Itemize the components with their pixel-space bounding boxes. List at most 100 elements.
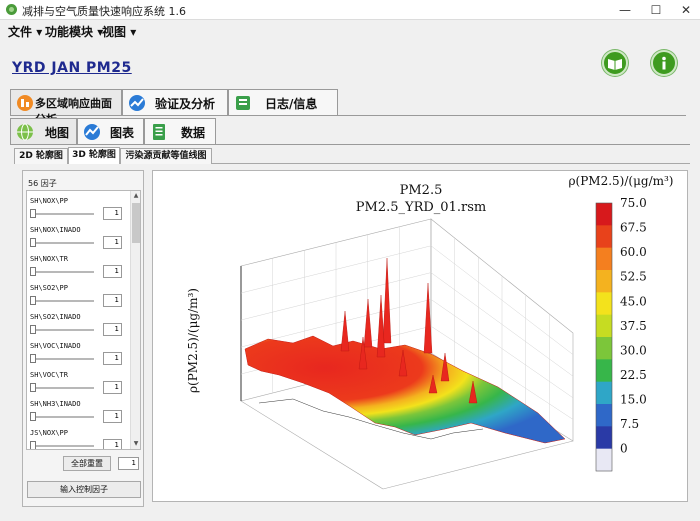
colorbar-tick-label: 7.5: [620, 417, 639, 431]
pm25-3d-surface-chart: ρ(PM2.5)/(μg/m³) PM2.5 PM2.5_YRD_01.rsm …: [186, 174, 674, 490]
book-button[interactable]: [602, 50, 628, 76]
surface-spike: [340, 310, 350, 352]
factor-row: SH\SO2\PP 1: [27, 282, 127, 311]
project-title: YRD JAN PM25: [12, 60, 132, 76]
factor-row: SH\NOX\TR 1: [27, 253, 127, 282]
factor-name: SH\NH3\INADO: [30, 400, 81, 408]
maximize-button[interactable]: ☐: [641, 0, 671, 20]
factor-slider-handle[interactable]: [30, 354, 36, 363]
factor-scrollbar[interactable]: ▲ ▼: [130, 191, 140, 449]
chart-icon: [84, 124, 100, 140]
colorbar-segment: [596, 314, 612, 338]
factor-name: SH\SO2\PP: [30, 284, 68, 292]
globe-icon: [17, 123, 33, 141]
factor-list: SH\NOX\PP 1 SH\NOX\INADO 1 SH\NOX\TR 1 S…: [26, 190, 141, 450]
colorbar-tick-label: 37.5: [620, 319, 647, 333]
menu-view[interactable]: 视图 ▾: [102, 23, 136, 40]
colorbar-title: ρ(PM2.5)/(μg/m³): [569, 174, 674, 188]
reset-value-input[interactable]: 1: [118, 457, 139, 470]
colorbar-tick-label: 15.0: [620, 393, 647, 407]
factor-slider-track[interactable]: [30, 358, 94, 360]
factor-value-input[interactable]: 1: [103, 410, 122, 423]
factor-slider-handle[interactable]: [30, 267, 36, 276]
chart-panel: ρ(PM2.5)/(μg/m³) PM2.5 PM2.5_YRD_01.rsm …: [152, 170, 688, 502]
factor-row: SH\SO2\INADO 1: [27, 311, 127, 340]
colorbar-tick-label: 67.5: [620, 221, 647, 235]
tab-chart[interactable]: 图表: [77, 118, 144, 144]
colorbar-tick-label: 52.5: [620, 270, 647, 284]
factor-slider-handle[interactable]: [30, 441, 36, 449]
chart-subtitle: PM2.5_YRD_01.rsm: [356, 200, 486, 215]
factor-slider-track[interactable]: [30, 213, 94, 215]
import-factors-button[interactable]: 输入控制因子: [27, 481, 141, 498]
tab-source-contribution[interactable]: 污染源贡献等值线图: [120, 148, 212, 164]
colorbar-segment: [596, 203, 612, 226]
factor-name: SH\NOX\TR: [30, 255, 68, 263]
tab-3d-contour[interactable]: 3D 轮廓图: [68, 147, 120, 164]
window-title: 减排与空气质量快速响应系统 1.6: [22, 5, 186, 18]
colorbar-tick-label: 0: [620, 442, 628, 456]
tab-data[interactable]: 数据: [144, 118, 216, 144]
colorbar-segment: [596, 270, 612, 293]
reset-all-button[interactable]: 全部重置: [63, 456, 111, 471]
factor-value-input[interactable]: 1: [103, 265, 122, 278]
factor-value-input[interactable]: 1: [103, 294, 122, 307]
info-button[interactable]: [651, 50, 677, 76]
colorbar-tick-label: 30.0: [620, 343, 647, 357]
colorbar-segment: [596, 359, 612, 383]
info-icon: [662, 56, 666, 70]
map-icon: [17, 95, 33, 111]
tab-log-info[interactable]: 日志/信息: [228, 89, 338, 115]
factor-value-input[interactable]: 1: [103, 439, 122, 449]
factor-slider-handle[interactable]: [30, 238, 36, 247]
menu-file[interactable]: 文件 ▾: [8, 23, 42, 40]
factor-slider-track[interactable]: [30, 329, 94, 331]
scroll-up-icon[interactable]: ▲: [131, 191, 141, 201]
factor-count-label: 56 因子: [28, 179, 57, 188]
colorbar-tick-label: 60.0: [620, 245, 647, 259]
factor-slider-handle[interactable]: [30, 383, 36, 392]
tab-2d-contour[interactable]: 2D 轮廓图: [14, 148, 68, 164]
factor-value-input[interactable]: 1: [103, 323, 122, 336]
close-button[interactable]: ✕: [671, 0, 700, 20]
factor-slider-handle[interactable]: [30, 412, 36, 421]
factor-slider-track[interactable]: [30, 416, 94, 418]
factor-row: SH\NOX\PP 1: [27, 195, 127, 224]
colorbar: 75.0 67.5 60.0 52.5 45.0 37.5 30.0 22.5 15.0 7.5 0: [595, 196, 647, 472]
pm25-surface: [244, 335, 566, 444]
factor-name: JS\NOX\PP: [30, 429, 68, 437]
chart-title: PM2.5: [400, 183, 443, 198]
factor-name: SH\NOX\PP: [30, 197, 68, 205]
colorbar-tick-label: 45.0: [620, 294, 647, 308]
factor-slider-handle[interactable]: [30, 296, 36, 305]
factor-slider-track[interactable]: [30, 242, 94, 244]
menu-modules[interactable]: 功能模块 ▾: [45, 23, 103, 40]
minimize-button[interactable]: —: [610, 0, 640, 20]
factor-slider-track[interactable]: [30, 271, 94, 273]
tab-multi-region-rsm[interactable]: 多区域响应曲面分析: [10, 89, 122, 126]
factor-slider-handle[interactable]: [30, 209, 36, 218]
factor-slider-track[interactable]: [30, 445, 94, 447]
factor-value-input[interactable]: 1: [103, 236, 122, 249]
factor-value-input[interactable]: 1: [103, 207, 122, 220]
colorbar-tick-label: 22.5: [620, 368, 647, 382]
factor-slider-track[interactable]: [30, 300, 94, 302]
colorbar-segment: [596, 225, 612, 249]
factor-slider-track[interactable]: [30, 387, 94, 389]
factor-value-input[interactable]: 1: [103, 352, 122, 365]
title-bar: 减排与空气质量快速响应系统 1.6 — ☐ ✕: [0, 0, 700, 20]
colorbar-segment: [596, 426, 612, 450]
scroll-thumb[interactable]: [132, 203, 140, 243]
factor-slider-handle[interactable]: [30, 325, 36, 334]
scroll-down-icon[interactable]: ▼: [131, 439, 141, 449]
factor-row: SH\VOC\INADO 1: [27, 340, 127, 369]
tab-validation-analysis[interactable]: 验证及分析: [122, 89, 228, 115]
colorbar-segment: [596, 292, 612, 316]
factor-value-input[interactable]: 1: [103, 381, 122, 394]
colorbar-segment: [596, 381, 612, 405]
tab-map[interactable]: 地图: [10, 118, 77, 144]
surface-spike: [382, 257, 392, 344]
view-tab-line: [10, 144, 690, 145]
menu-bar: 文件 ▾ 功能模块 ▾ 视图 ▾: [0, 20, 700, 42]
colorbar-tick-label: 75.0: [620, 196, 647, 210]
